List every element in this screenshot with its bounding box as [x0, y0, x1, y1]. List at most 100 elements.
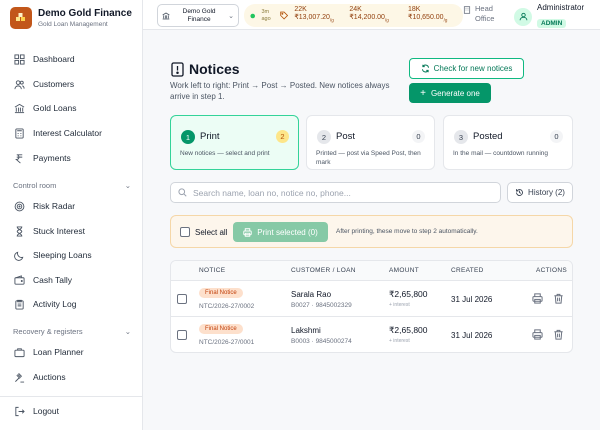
logout-icon	[15, 406, 25, 416]
notices-table: NOTICE CUSTOMER / LOAN AMOUNT CREATED AC…	[170, 260, 573, 353]
nav-gold-loans-label: Gold Loans	[33, 103, 77, 113]
calculator-icon	[15, 127, 24, 139]
nav-interest-calculator[interactable]: Interest Calculator	[8, 123, 136, 143]
nav-logout-label: Logout	[33, 406, 59, 416]
check-new-notices-button[interactable]: Check for new notices	[409, 58, 524, 79]
print-icon[interactable]	[532, 293, 543, 304]
print-icon[interactable]	[532, 329, 543, 340]
bank-icon	[14, 103, 25, 113]
step-description: New notices — select and print	[180, 150, 270, 157]
nav-loan-planner[interactable]: Loan Planner	[8, 342, 136, 362]
tag-icon	[280, 11, 289, 20]
nav-customers[interactable]: Customers	[8, 74, 136, 94]
step-print[interactable]: 1 Print 2 New notices — select and print	[170, 115, 299, 170]
customer-loan-meta: B0003 · 9845000274	[291, 338, 352, 345]
generate-one-button[interactable]: + Generate one	[409, 83, 491, 103]
select-all[interactable]: Select all	[180, 227, 227, 237]
nav-auctions-label: Auctions	[33, 372, 66, 382]
nav-stuck-interest-label: Stuck Interest	[33, 226, 85, 236]
branch-selector[interactable]: Demo Gold Finance ⌄	[157, 4, 239, 27]
search-icon	[178, 188, 187, 197]
wallet-icon	[14, 274, 25, 285]
nav-risk-radar-label: Risk Radar	[33, 201, 76, 211]
customer-name: Sarala Rao	[291, 290, 332, 299]
customer-loan-meta: B0027 · 9845002329	[291, 302, 352, 309]
printer-icon	[243, 227, 252, 237]
customer-name: Lakshmi	[291, 326, 321, 335]
generate-one-label: Generate one	[430, 88, 480, 98]
office-label: Head Office	[475, 4, 495, 23]
header-created[interactable]: CREATED	[451, 261, 484, 281]
table-header: NOTICE CUSTOMER / LOAN AMOUNT CREATED AC…	[171, 261, 572, 281]
avatar	[514, 7, 532, 26]
created-date: 31 Jul 2026	[451, 331, 493, 340]
table-row[interactable]: Final Notice NTC/2026-27/0002 Sarala Rao…	[171, 281, 572, 317]
rate-22k-unit: /g	[329, 17, 334, 23]
trash-icon[interactable]	[553, 329, 564, 340]
history-button[interactable]: History (2)	[507, 182, 573, 203]
search-box[interactable]	[170, 182, 501, 203]
user-menu[interactable]: Administrator ADMIN	[514, 3, 584, 30]
step-post[interactable]: 2 Post 0 Printed — post via Speed Post, …	[306, 115, 435, 170]
rate-24k-price: ₹14,200.00	[349, 14, 385, 22]
step-posted[interactable]: 3 Posted 0 In the mail — countdown runni…	[443, 115, 573, 170]
nav-cash-tally[interactable]: Cash Tally	[8, 270, 136, 290]
nav-activity-log-label: Activity Log	[33, 299, 77, 309]
nav-sleeping-loans[interactable]: Sleeping Loans	[8, 245, 136, 265]
page-title: Notices	[189, 61, 240, 77]
refresh-icon	[421, 64, 429, 73]
header-notice[interactable]: NOTICE	[199, 261, 225, 281]
created-date: 31 Jul 2026	[451, 295, 493, 304]
section-control-room[interactable]: Control room ⌄	[13, 181, 131, 190]
nav-gold-loans[interactable]: Gold Loans	[8, 98, 136, 118]
step-count-badge: 0	[412, 130, 425, 143]
gold-rates[interactable]: 3m ago 22K ₹13,007.20/g 24K ₹14,200.00/g…	[244, 4, 463, 27]
bank-icon	[162, 12, 170, 19]
check-new-notices-label: Check for new notices	[433, 64, 513, 73]
brand[interactable]: Demo Gold Finance Gold Loan Management	[10, 7, 132, 29]
rupee-icon	[15, 153, 23, 163]
step-number: 2	[317, 130, 331, 144]
section-recovery-registers-label: Recovery & registers	[13, 327, 83, 336]
trash-icon[interactable]	[553, 293, 564, 304]
nav-auctions[interactable]: Auctions	[8, 367, 136, 387]
sidebar-divider	[0, 396, 143, 397]
row-checkbox[interactable]	[177, 294, 187, 304]
nav-loan-planner-label: Loan Planner	[33, 347, 84, 357]
clipboard-icon	[15, 299, 24, 310]
history-icon	[516, 189, 523, 196]
nav-risk-radar[interactable]: Risk Radar	[8, 196, 136, 216]
step-number: 3	[454, 130, 468, 144]
notice-icon	[171, 62, 184, 77]
select-all-checkbox[interactable]	[180, 227, 190, 237]
history-label: History (2)	[528, 188, 565, 197]
radar-icon	[14, 201, 25, 211]
nav-stuck-interest[interactable]: Stuck Interest	[8, 221, 136, 241]
brand-title: Demo Gold Finance	[38, 8, 132, 19]
search-input[interactable]	[193, 187, 483, 198]
rate-18k-price: ₹10,650.00	[407, 14, 444, 22]
office-indicator[interactable]: Head Office	[463, 4, 503, 24]
table-row[interactable]: Final Notice NTC/2026-27/0001 Lakshmi B0…	[171, 317, 572, 352]
nav-sleeping-loans-label: Sleeping Loans	[33, 250, 92, 260]
header-amount[interactable]: AMOUNT	[389, 261, 419, 281]
nav-activity-log[interactable]: Activity Log	[8, 294, 136, 314]
step-title: Posted	[473, 131, 503, 142]
nav-logout[interactable]: Logout	[8, 401, 136, 421]
step-count-badge: 0	[550, 130, 563, 143]
header-customer[interactable]: CUSTOMER / LOAN	[291, 261, 356, 281]
print-selected-button[interactable]: Print selected (0)	[233, 222, 328, 242]
briefcase-icon	[14, 347, 25, 357]
nav-dashboard[interactable]: Dashboard	[8, 49, 136, 69]
row-checkbox[interactable]	[177, 330, 187, 340]
selection-bar: Select all Print selected (0) After prin…	[170, 215, 573, 248]
notice-code: NTC/2026-27/0002	[199, 303, 255, 310]
step-count-badge: 2	[276, 130, 289, 143]
section-recovery-registers[interactable]: Recovery & registers ⌄	[13, 327, 131, 336]
nav-payments[interactable]: Payments	[8, 148, 136, 168]
nav-interest-calculator-label: Interest Calculator	[33, 128, 102, 138]
page-subtitle: Work left to right: Print → Post → Poste…	[170, 81, 390, 101]
rate-18k-unit: /g	[443, 17, 448, 23]
step-number: 1	[181, 130, 195, 144]
nav-dashboard-label: Dashboard	[33, 54, 75, 64]
